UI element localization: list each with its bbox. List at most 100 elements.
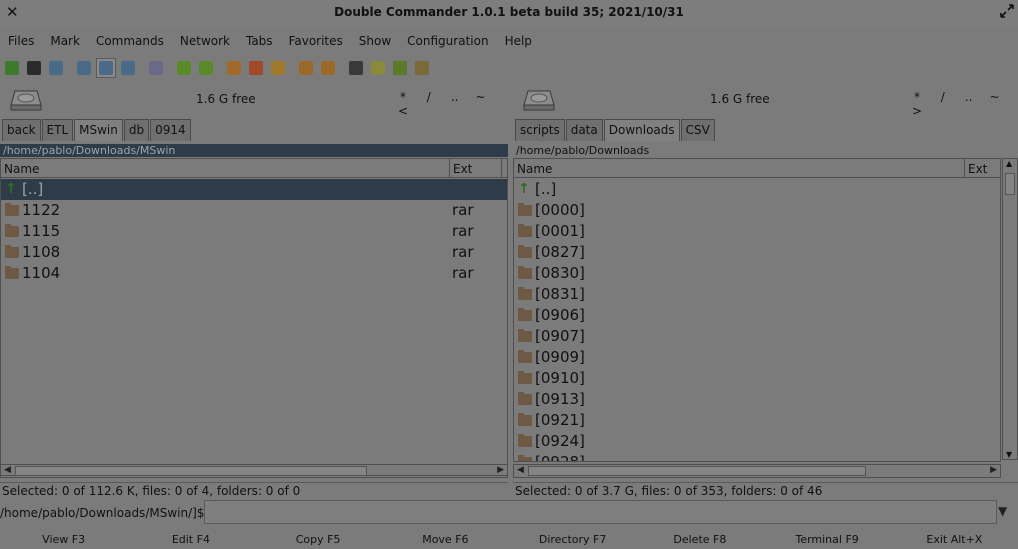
right-folder-row[interactable]: [0910] [514, 368, 1000, 389]
right-folder-row[interactable]: [0000] [514, 200, 1000, 221]
left-nav-root-all[interactable]: * [392, 90, 414, 104]
right-folder-row[interactable]: [0928] [514, 452, 1000, 461]
right-nav-home[interactable]: ~ [983, 90, 1005, 104]
left-nav-root[interactable]: / [418, 90, 440, 104]
unpack-button[interactable] [318, 58, 338, 78]
notes-button[interactable] [412, 58, 432, 78]
multi-rename-button[interactable] [368, 58, 388, 78]
menu-show[interactable]: Show [351, 31, 399, 53]
right-folder-row[interactable]: [0924] [514, 431, 1000, 452]
right-folder-row[interactable]: [0831] [514, 284, 1000, 305]
right-row-parent[interactable]: ↑ [..] [514, 179, 1000, 200]
right-nav-root[interactable]: / [932, 90, 954, 104]
terminal-button[interactable] [24, 58, 44, 78]
left-file-row[interactable]: 1108 rar [1, 242, 507, 263]
right-nav-copy-other[interactable]: > [906, 104, 928, 118]
options-button[interactable] [46, 58, 66, 78]
scroll-up-icon[interactable]: ▲ [1006, 159, 1012, 168]
left-horizontal-scrollbar[interactable]: ◀ ▶ [0, 464, 508, 478]
pack-button[interactable] [296, 58, 316, 78]
right-tab-csv[interactable]: CSV [680, 119, 715, 141]
right-tab-data[interactable]: data [565, 119, 603, 141]
menu-tabs[interactable]: Tabs [238, 31, 281, 53]
copy-right-button[interactable] [196, 58, 216, 78]
scroll-right-icon[interactable]: ▶ [990, 465, 997, 475]
copy-left-button[interactable] [174, 58, 194, 78]
left-tab-0914[interactable]: 0914 [150, 119, 191, 141]
left-nav-home[interactable]: ~ [469, 90, 491, 104]
brief-view-button[interactable] [74, 58, 94, 78]
left-row-parent[interactable]: ↑ [..] [1, 179, 507, 200]
full-view-button[interactable] [96, 58, 116, 78]
left-file-row[interactable]: 1104 rar [1, 263, 507, 284]
move-button[interactable]: Move F6 [382, 531, 509, 549]
add-favorite-button[interactable] [224, 58, 244, 78]
exit-button[interactable]: Exit Alt+X [891, 531, 1018, 549]
menu-help[interactable]: Help [497, 31, 540, 53]
command-input[interactable] [204, 500, 997, 524]
right-folder-row[interactable]: [0906] [514, 305, 1000, 326]
right-col-ext[interactable]: Ext [968, 162, 987, 176]
right-hscroll-thumb[interactable] [528, 466, 866, 476]
view-button[interactable]: View F3 [0, 531, 127, 549]
left-nav-parent[interactable]: .. [444, 90, 466, 104]
left-path-bar[interactable]: /home/pablo/Downloads/MSwin [0, 144, 508, 157]
scroll-left-icon[interactable]: ◀ [517, 465, 524, 475]
favorites-button[interactable] [268, 58, 288, 78]
compare-button[interactable] [390, 58, 410, 78]
right-tab-downloads[interactable]: Downloads [603, 119, 680, 141]
refresh-button[interactable] [2, 58, 22, 78]
directory-button[interactable]: Directory F7 [509, 531, 636, 549]
thumbnail-view-button[interactable] [118, 58, 138, 78]
scroll-right-icon[interactable]: ▶ [497, 465, 504, 475]
right-nav-root-all[interactable]: * [906, 90, 928, 104]
menu-configuration[interactable]: Configuration [399, 31, 496, 53]
right-folder-row[interactable]: [0921] [514, 410, 1000, 431]
scroll-left-icon[interactable]: ◀ [4, 465, 11, 475]
menu-commands[interactable]: Commands [88, 31, 172, 53]
chevron-down-icon[interactable]: ▼ [998, 504, 1007, 518]
left-col-ext[interactable]: Ext [453, 162, 472, 176]
delete-button[interactable]: Delete F8 [636, 531, 763, 549]
menu-files[interactable]: Files [0, 31, 42, 53]
right-vertical-scrollbar[interactable]: ▲ ▼ [1002, 158, 1018, 460]
left-nav-copy-other[interactable]: < [392, 104, 414, 118]
right-col-name[interactable]: Name [517, 162, 552, 176]
maximize-icon[interactable] [1000, 4, 1014, 18]
remove-favorite-button[interactable] [246, 58, 266, 78]
right-folder-row[interactable]: [0909] [514, 347, 1000, 368]
left-file-row[interactable]: 1115 rar [1, 221, 507, 242]
right-tab-scripts[interactable]: scripts [515, 119, 565, 141]
copy-button[interactable]: Copy F5 [255, 531, 382, 549]
left-tab-back[interactable]: back [2, 119, 41, 141]
left-drive-icon[interactable] [10, 88, 42, 112]
right-col-divider[interactable] [964, 159, 965, 178]
right-folder-row[interactable]: [0830] [514, 263, 1000, 284]
right-vscroll-thumb[interactable] [1005, 173, 1015, 195]
search-button[interactable] [346, 58, 366, 78]
left-col-name[interactable]: Name [4, 162, 39, 176]
right-nav-parent[interactable]: .. [958, 90, 980, 104]
left-hscroll-thumb[interactable] [15, 466, 367, 476]
right-drive-icon[interactable] [523, 88, 555, 112]
left-tab-mswin[interactable]: MSwin [74, 119, 123, 141]
left-col-divider[interactable] [449, 159, 450, 178]
right-folder-row[interactable]: [0907] [514, 326, 1000, 347]
terminal-button[interactable]: Terminal F9 [764, 531, 891, 549]
left-col-divider-2[interactable] [501, 159, 502, 178]
right-file-list[interactable]: Name Ext ↑ [..] [0000] [0001] [0827] [0830]… [513, 158, 1001, 462]
right-folder-row[interactable]: [0001] [514, 221, 1000, 242]
edit-button[interactable]: Edit F4 [127, 531, 254, 549]
menu-network[interactable]: Network [172, 31, 238, 53]
sync-dirs-button[interactable] [146, 58, 166, 78]
menu-favorites[interactable]: Favorites [281, 31, 351, 53]
left-file-row[interactable]: 1122 rar [1, 200, 507, 221]
right-folder-row[interactable]: [0827] [514, 242, 1000, 263]
right-horizontal-scrollbar[interactable]: ◀ ▶ [513, 464, 1001, 478]
menu-mark[interactable]: Mark [42, 31, 88, 53]
left-file-list[interactable]: Name Ext ↑ [..] 1122 rar 1115 rar 1108 rar 110… [0, 158, 508, 476]
left-tab-etl[interactable]: ETL [41, 119, 74, 141]
scroll-down-icon[interactable]: ▼ [1006, 450, 1012, 459]
left-tab-db[interactable]: db [123, 119, 150, 141]
right-path-bar[interactable]: /home/pablo/Downloads [513, 144, 1018, 157]
